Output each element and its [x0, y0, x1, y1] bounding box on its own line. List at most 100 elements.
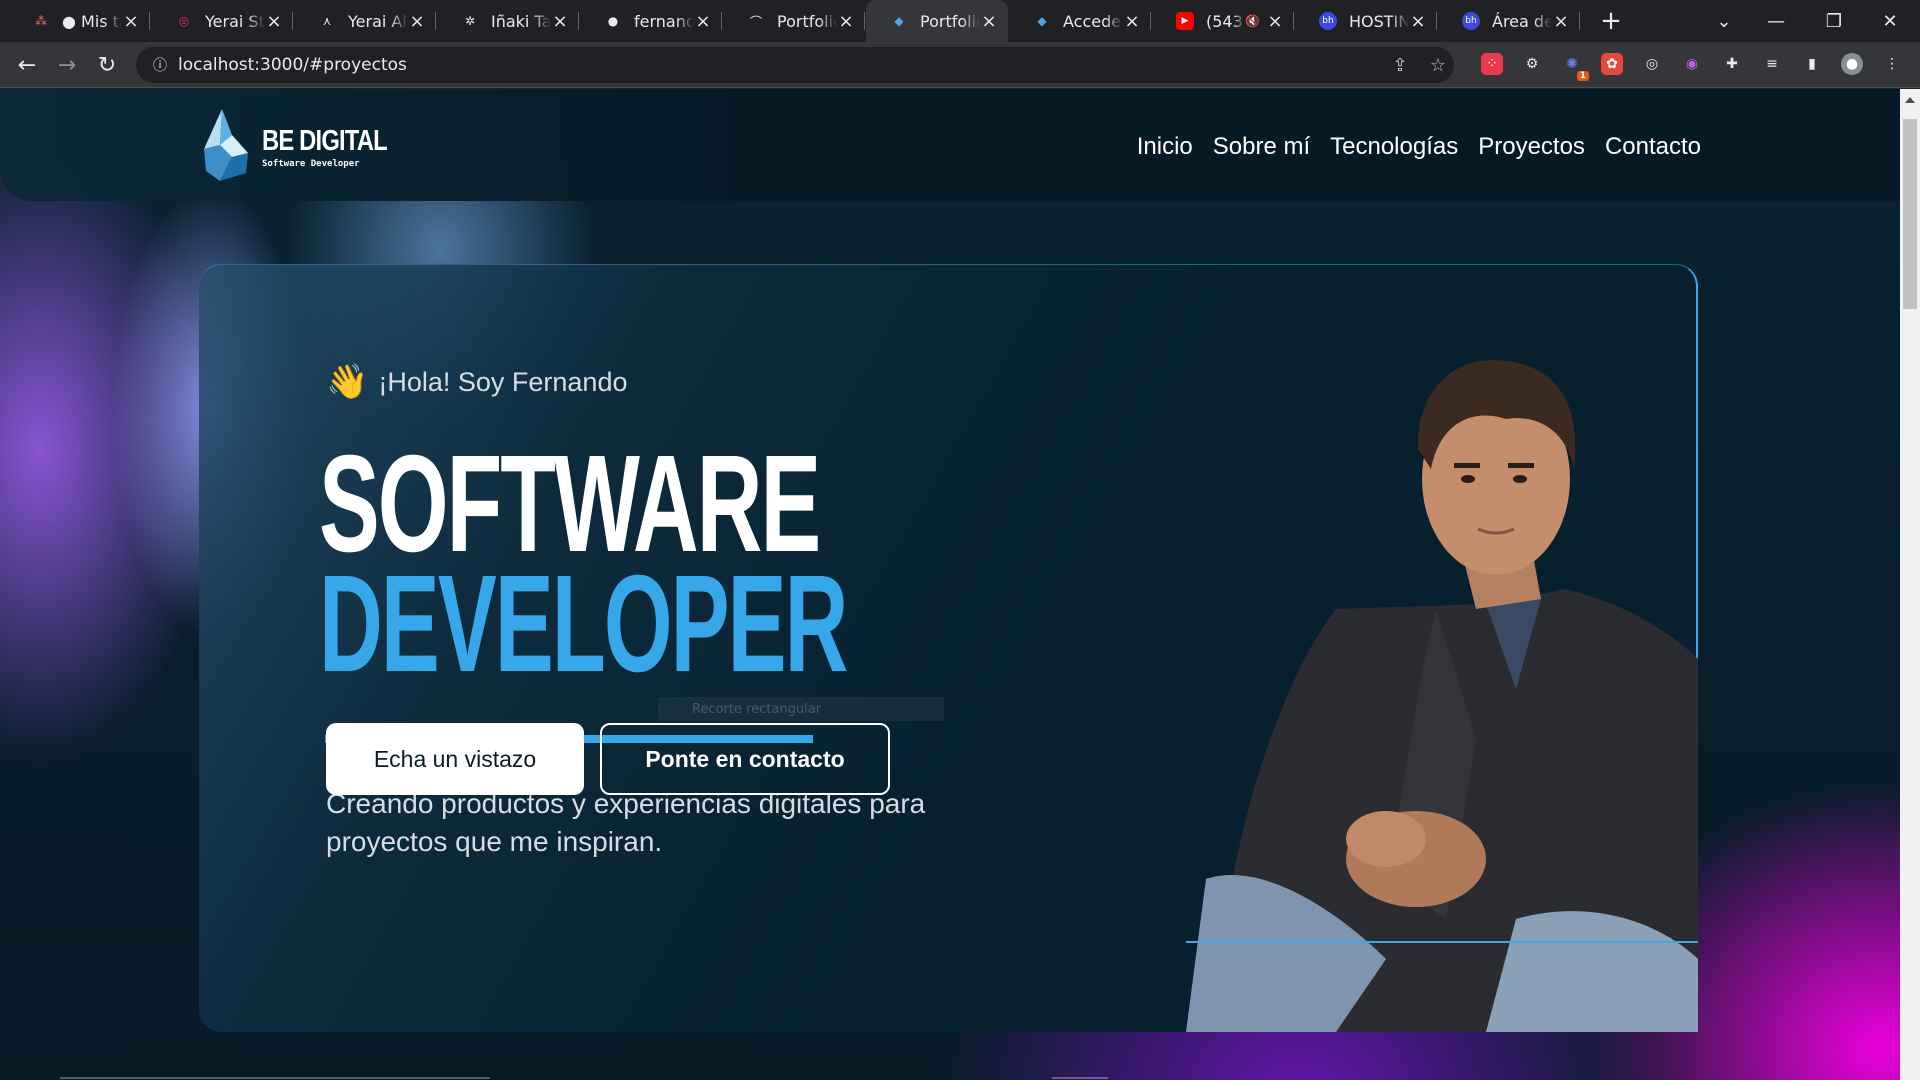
tab-title: HOSTING [1349, 11, 1409, 31]
section-divider [60, 1077, 490, 1079]
extension-target-icon[interactable]: ◎ [1641, 53, 1663, 75]
muted-speaker-icon[interactable]: 🔇 [1245, 14, 1260, 28]
tab-separator [292, 12, 293, 30]
close-tab-icon[interactable]: × [1266, 11, 1284, 32]
brand-name: BE DIGITAL [262, 125, 388, 157]
bookmark-star-icon[interactable]: ☆ [1426, 53, 1450, 77]
close-tab-icon[interactable]: × [694, 11, 712, 32]
close-tab-icon[interactable]: × [1552, 11, 1570, 32]
bedigital-icon: ◆ [894, 14, 904, 28]
tab-title: fernando [634, 11, 694, 31]
tab-separator [1579, 12, 1580, 30]
tab-strip: ⁂● Mis tar×◎Yerai Stre×⋏Yerai Alon×✲Iñak… [0, 0, 1920, 42]
browser-toolbar: ← → ↻ ⓘ localhost:3000/#proyectos ⇪ ☆ ⁘ … [0, 42, 1920, 88]
back-button[interactable]: ← [10, 48, 44, 82]
close-tab-icon[interactable]: × [837, 11, 855, 32]
extension-badge: 1 [1576, 71, 1589, 81]
nav-link-contacto[interactable]: Contacto [1605, 133, 1701, 161]
side-panel-icon[interactable]: ▮ [1801, 53, 1823, 75]
browser-tab[interactable]: ◆ Portfolio × [866, 0, 1008, 42]
main-nav: Inicio Sobre mí Tecnologías Proyectos Co… [1137, 133, 1701, 161]
close-tab-icon[interactable]: × [1409, 11, 1427, 32]
nav-link-proyectos[interactable]: Proyectos [1478, 133, 1585, 161]
tab-title: Iñaki Taje [491, 11, 551, 31]
restore-button[interactable]: ❐ [1806, 0, 1862, 42]
tab-separator [1436, 12, 1437, 30]
tab-title: Acceder [1063, 11, 1123, 31]
browser-tab[interactable]: bh Área del × [1438, 0, 1580, 42]
asana-icon: ⁂ [35, 14, 47, 28]
browser-tab[interactable]: ⋏ Yerai Alon× [294, 0, 436, 42]
nav-link-tecnologias[interactable]: Tecnologías [1330, 133, 1458, 161]
tab-title: Yerai Stre [205, 11, 265, 31]
look-projects-button[interactable]: Echa un vistazo [326, 723, 584, 795]
menu-kebab-icon[interactable]: ⋮ [1881, 53, 1903, 75]
browser-tab[interactable]: ◎ Yerai Stre× [151, 0, 293, 42]
tab-title: Yerai Alon [348, 11, 408, 31]
nav-link-inicio[interactable]: Inicio [1137, 133, 1193, 161]
bh-icon: bh [1319, 12, 1337, 30]
browser-tab[interactable]: ⌒ Portfolio × [723, 0, 865, 42]
tab-separator [721, 12, 722, 30]
tab-title: ● Mis tar [62, 11, 122, 31]
developer-portrait [1186, 359, 1698, 1032]
tab-title: Área del [1492, 11, 1552, 31]
portrait-border [1186, 941, 1698, 943]
extensions-puzzle-icon[interactable]: ✚ [1721, 53, 1743, 75]
minimize-button[interactable]: — [1748, 0, 1804, 42]
new-tab-button[interactable]: + [1598, 0, 1624, 42]
tab-separator [864, 12, 865, 30]
forward-button[interactable]: → [50, 48, 84, 82]
extension-gear-icon[interactable]: ⚙ [1521, 53, 1543, 75]
tab-title: Portfolio [920, 11, 980, 31]
extension-purple-icon[interactable]: ◉ [1681, 53, 1703, 75]
media-control-icon[interactable]: ≡ [1761, 53, 1783, 75]
fingerprint-icon: ✲ [464, 14, 476, 28]
waving-hand-icon: 👋 [326, 363, 369, 401]
site-header: BE DIGITAL Software Developer Inicio Sob… [0, 89, 1900, 201]
arc-icon: ⌒ [749, 14, 762, 29]
extension-dots-icon[interactable]: ⁘ [1481, 53, 1503, 75]
youtube-icon: ▶ [1176, 12, 1194, 30]
browser-tab[interactable]: ▶ (543) 🔇 × [1152, 0, 1294, 42]
tab-separator [435, 12, 436, 30]
extension-colorzilla-icon[interactable]: ✺ 1 [1561, 53, 1589, 81]
section-divider-2 [1052, 1077, 1108, 1079]
contact-button[interactable]: Ponte en contacto [600, 723, 890, 795]
close-tab-icon[interactable]: × [1123, 11, 1141, 32]
profile-avatar[interactable]: ● [1841, 53, 1863, 75]
close-tab-icon[interactable]: × [122, 11, 140, 32]
hero-title-developer: DEVELOPER [319, 547, 848, 701]
browser-tab[interactable]: ✲ Iñaki Taje× [437, 0, 579, 42]
browser-tab[interactable]: ◆ Acceder × [1009, 0, 1151, 42]
brand-tagline: Software Developer [262, 159, 360, 169]
browser-tab[interactable]: ⁂ ● Mis tar× [8, 0, 150, 42]
browser-tab[interactable]: ● fernando× [580, 0, 722, 42]
greeting-text: ¡Hola! Soy Fernando [378, 366, 628, 397]
close-tab-icon[interactable]: × [265, 11, 283, 32]
address-bar[interactable]: ⓘ localhost:3000/#proyectos ⇪ ☆ [136, 47, 1454, 83]
nav-link-sobre-mi[interactable]: Sobre mí [1213, 133, 1310, 161]
snipping-tool-tooltip: Recorte rectangular [658, 697, 944, 721]
browser-tab[interactable]: bh HOSTING× [1295, 0, 1437, 42]
page-scrollbar[interactable] [1900, 89, 1920, 1080]
scroll-up-arrow-icon[interactable] [1905, 97, 1915, 103]
tab-separator [1150, 12, 1151, 30]
close-tab-icon[interactable]: × [408, 11, 426, 32]
tab-title: Portfolio [777, 11, 837, 31]
hero-tagline: Creando productos y experiencias digital… [326, 788, 926, 857]
hero-greeting: 👋 ¡Hola! Soy Fernando [326, 362, 627, 402]
close-tab-icon[interactable]: × [980, 11, 998, 32]
tab-separator [578, 12, 579, 30]
close-tab-icon[interactable]: × [551, 11, 569, 32]
close-window-button[interactable]: ✕ [1862, 0, 1918, 42]
scrollbar-thumb[interactable] [1903, 119, 1917, 309]
page-viewport: BE DIGITAL Software Developer Inicio Sob… [0, 89, 1900, 1080]
tab-search-icon[interactable]: ⌄ [1696, 0, 1752, 42]
extension-red-icon[interactable]: ✿ [1601, 53, 1623, 75]
share-icon[interactable]: ⇪ [1388, 53, 1412, 77]
tab-title: (543) [1206, 11, 1246, 31]
reload-button[interactable]: ↻ [90, 48, 124, 82]
url-text[interactable]: localhost:3000/#proyectos [178, 55, 407, 75]
site-info-icon[interactable]: ⓘ [142, 55, 178, 75]
